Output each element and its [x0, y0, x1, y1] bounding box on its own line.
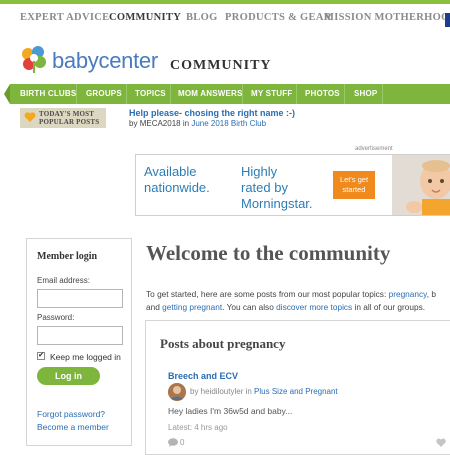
community-nav-bar: BIRTH CLUBS GROUPS TOPICS MOM ANSWERS MY…	[10, 84, 450, 104]
brand-name[interactable]: babycenter	[52, 48, 158, 74]
ad-text-rating: Highly rated by Morningstar.	[241, 164, 313, 212]
remember-me-label[interactable]: Keep me logged in	[50, 352, 121, 362]
advertisement-banner[interactable]: Available nationwide. Highly rated by Mo…	[135, 154, 450, 216]
popular-post-title[interactable]: Help please- chosing the right name :-)	[129, 108, 295, 118]
heart-icon	[24, 112, 36, 122]
tab-photos[interactable]: PHOTOS	[305, 89, 340, 98]
intro-text-segment: To get started, here are some posts from…	[146, 289, 389, 299]
forgot-password-link[interactable]: Forgot password?	[37, 409, 105, 419]
getting-pregnant-topic-link[interactable]: getting pregnant	[162, 302, 222, 312]
tab-groups[interactable]: GROUPS	[86, 89, 122, 98]
remember-me-checkbox[interactable]: ✔	[37, 352, 45, 360]
login-button[interactable]: Log in	[37, 367, 100, 385]
email-label: Email address:	[37, 276, 90, 285]
nav-separator	[296, 84, 297, 104]
tab-shop[interactable]: SHOP	[354, 89, 377, 98]
nav-mission-motherhood[interactable]: MISSION MOTHERHOOD	[324, 12, 450, 23]
like-icon[interactable]	[436, 438, 446, 447]
tab-my-stuff[interactable]: MY STUFF	[251, 89, 292, 98]
intro-text-segment: and	[146, 302, 163, 312]
ad-text-line: Morningstar.	[241, 196, 313, 211]
pregnancy-topic-link[interactable]: pregnancy	[389, 289, 427, 299]
ad-text-line: rated by	[241, 180, 288, 195]
ad-text-line: Highly	[241, 164, 278, 179]
popular-label-line1: TODAY'S MOST	[39, 110, 95, 118]
email-field[interactable]	[37, 289, 123, 308]
post-title-link[interactable]: Breech and ECV	[168, 371, 238, 381]
nav-separator	[170, 84, 171, 104]
nav-separator	[382, 84, 383, 104]
comment-icon[interactable]	[168, 438, 178, 447]
intro-text-segment: , b	[426, 289, 436, 299]
avatar[interactable]	[168, 383, 186, 401]
password-field[interactable]	[37, 326, 123, 345]
popular-label-line2: POPULAR POSTS	[39, 118, 100, 126]
top-nav: EXPERT ADVICE COMMUNITY BLOG PRODUCTS & …	[0, 0, 450, 34]
intro-text: To get started, here are some posts from…	[146, 288, 450, 314]
comment-count: 0	[180, 438, 185, 447]
login-title: Member login	[37, 251, 98, 262]
popular-in: in	[182, 119, 190, 128]
popular-post-meta: by MECA2018 in June 2018 Birth Club	[129, 119, 266, 128]
popular-author: MECA2018	[139, 119, 181, 128]
nav-separator	[76, 84, 77, 104]
post-group-link[interactable]: Plus Size and Pregnant	[254, 387, 338, 396]
ad-text-availability: Available nationwide.	[144, 164, 210, 196]
nav-expert-advice[interactable]: EXPERT ADVICE	[20, 12, 109, 23]
password-label: Password:	[37, 313, 75, 322]
nav-overflow-marker	[445, 13, 450, 27]
become-member-link[interactable]: Become a member	[37, 422, 109, 432]
nav-separator	[242, 84, 243, 104]
nav-products-gear[interactable]: PRODUCTS & GEAR	[225, 12, 332, 23]
brand-section-title: COMMUNITY	[170, 58, 272, 73]
popular-posts-label: TODAY'S MOST POPULAR POSTS	[39, 110, 99, 126]
post-excerpt: Hey ladies I'm 36w5d and baby...	[168, 406, 293, 416]
ad-label: advertisement	[355, 146, 393, 152]
posts-heading: Posts about pregnancy	[160, 336, 286, 351]
page-title: Welcome to the community	[146, 241, 391, 265]
post-meta: by heidiloutyler in Plus Size and Pregna…	[190, 387, 338, 396]
baby-photo	[392, 155, 450, 215]
nav-separator	[126, 84, 127, 104]
tab-birth-clubs[interactable]: BIRTH CLUBS	[20, 89, 76, 98]
intro-line-1: To get started, here are some posts from…	[146, 288, 450, 301]
intro-text-segment: . You can also	[222, 302, 277, 312]
babycenter-logo-icon[interactable]	[18, 43, 50, 75]
ad-cta-button[interactable]: Let's get started	[333, 171, 375, 199]
nav-separator	[344, 84, 345, 104]
popular-club-link[interactable]: June 2018 Birth Club	[191, 119, 266, 128]
ad-text-line: nationwide.	[144, 180, 210, 195]
ad-cta-line: started	[342, 185, 366, 194]
ad-text-line: Available	[144, 164, 197, 179]
post-timestamp: Latest: 4 hrs ago	[168, 423, 228, 432]
tab-topics[interactable]: TOPICS	[135, 89, 166, 98]
tab-mom-answers[interactable]: MOM ANSWERS	[178, 89, 243, 98]
popular-by: by	[129, 119, 138, 128]
nav-blog[interactable]: BLOG	[186, 12, 218, 23]
nav-community[interactable]: COMMUNITY	[109, 12, 181, 23]
ad-cta-line: Let's get	[339, 175, 369, 184]
intro-text-segment: in all of our groups.	[352, 302, 426, 312]
intro-line-2: and getting pregnant. You can also disco…	[146, 301, 450, 314]
post-author-text: by heidiloutyler in	[190, 387, 255, 396]
discover-topics-link[interactable]: discover more topics	[276, 302, 352, 312]
